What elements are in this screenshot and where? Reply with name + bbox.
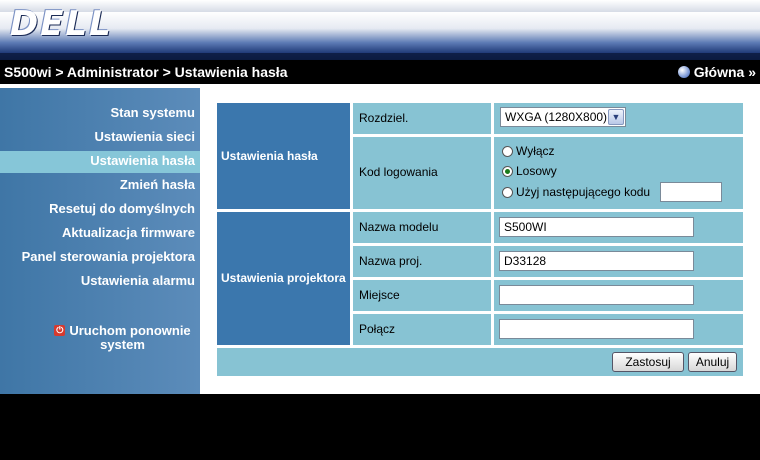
home-link[interactable]: Główna » — [677, 64, 756, 80]
settings-form: Ustawienia hasła Rozdziel. WXGA (1280X80… — [217, 103, 743, 376]
custom-code-input[interactable] — [660, 182, 722, 202]
home-link-label: Główna » — [693, 64, 756, 80]
home-globe-icon — [677, 66, 690, 78]
power-icon: ⏻ — [54, 325, 66, 336]
resolution-label-cell: Rozdziel. — [353, 103, 491, 134]
radio-off-label: Wyłącz — [516, 144, 555, 158]
location-label: Miejsce — [359, 288, 400, 302]
password-section-header: Ustawienia hasła — [217, 103, 350, 209]
contact-value-cell — [494, 314, 743, 345]
model-name-input[interactable]: S500WI — [499, 217, 694, 237]
location-value-cell — [494, 280, 743, 311]
resolution-value-cell: WXGA (1280X800) ▼ — [494, 103, 743, 134]
radio-off-option[interactable]: Wyłącz — [502, 144, 555, 158]
projector-section-label: Ustawienia projektora — [221, 271, 346, 285]
contact-label-cell: Połącz — [353, 314, 491, 345]
radio-custom[interactable] — [502, 186, 513, 198]
resolution-value: WXGA (1280X800) — [505, 110, 608, 124]
sidebar-item-restart[interactable]: ⏻ Uruchom ponownie system — [50, 324, 195, 352]
login-code-options-cell: Wyłącz Losowy Użyj następującego kodu — [494, 137, 743, 209]
radio-random-option[interactable]: Losowy — [502, 164, 557, 178]
resolution-label: Rozdziel. — [359, 111, 409, 125]
radio-random-label: Losowy — [516, 164, 557, 178]
model-name-label: Nazwa modelu — [359, 220, 439, 234]
dell-logo: DELL — [10, 4, 113, 44]
sidebar-item-network-settings[interactable]: Ustawienia sieci — [95, 129, 195, 144]
radio-custom-option[interactable]: Użyj następującego kodu — [502, 185, 650, 199]
restart-label: Uruchom ponownie system — [69, 323, 191, 352]
location-input[interactable] — [499, 285, 694, 305]
header-gradient — [0, 12, 760, 53]
login-code-label: Kod logowania — [359, 165, 438, 179]
chevron-down-icon: ▼ — [608, 109, 624, 125]
radio-custom-label: Użyj następującego kodu — [516, 185, 651, 199]
button-row: Zastosuj Anuluj — [217, 348, 743, 376]
header-highlight — [0, 0, 760, 12]
contact-input[interactable] — [499, 319, 694, 339]
sidebar-item-change-password[interactable]: Zmień hasła — [120, 177, 195, 192]
sidebar-item-firmware-update[interactable]: Aktualizacja firmware — [62, 225, 195, 240]
contact-label: Połącz — [359, 322, 396, 336]
proj-name-value-cell: D33128 — [494, 246, 743, 277]
breadcrumb: S500wi > Administrator > Ustawienia hasł… — [4, 64, 288, 80]
header-banner: DELL — [0, 0, 760, 61]
model-name-value-cell: S500WI — [494, 212, 743, 243]
proj-name-input[interactable]: D33128 — [499, 251, 694, 271]
sidebar-item-reset-defaults[interactable]: Resetuj do domyślnych — [49, 201, 195, 216]
projector-section-header: Ustawienia projektora — [217, 212, 350, 345]
password-section-label: Ustawienia hasła — [221, 149, 318, 163]
sidebar-item-alarm-settings[interactable]: Ustawienia alarmu — [81, 273, 195, 288]
breadcrumb-bar: S500wi > Administrator > Ustawienia hasł… — [0, 60, 760, 84]
sidebar-item-system-status[interactable]: Stan systemu — [110, 105, 195, 120]
login-code-label-cell: Kod logowania — [353, 137, 491, 209]
model-name-label-cell: Nazwa modelu — [353, 212, 491, 243]
radio-random[interactable] — [502, 165, 513, 177]
sidebar-item-projector-control[interactable]: Panel sterowania projektora — [22, 249, 195, 264]
apply-button[interactable]: Zastosuj — [612, 352, 684, 372]
sidebar-item-password-settings[interactable]: Ustawienia hasła — [90, 153, 195, 168]
proj-name-label: Nazwa proj. — [359, 254, 423, 268]
resolution-select[interactable]: WXGA (1280X800) ▼ — [500, 107, 626, 127]
proj-name-label-cell: Nazwa proj. — [353, 246, 491, 277]
cancel-button[interactable]: Anuluj — [688, 352, 737, 372]
radio-off[interactable] — [502, 145, 513, 157]
sidebar: Stan systemu Ustawienia sieci Ustawienia… — [0, 88, 200, 394]
location-label-cell: Miejsce — [353, 280, 491, 311]
